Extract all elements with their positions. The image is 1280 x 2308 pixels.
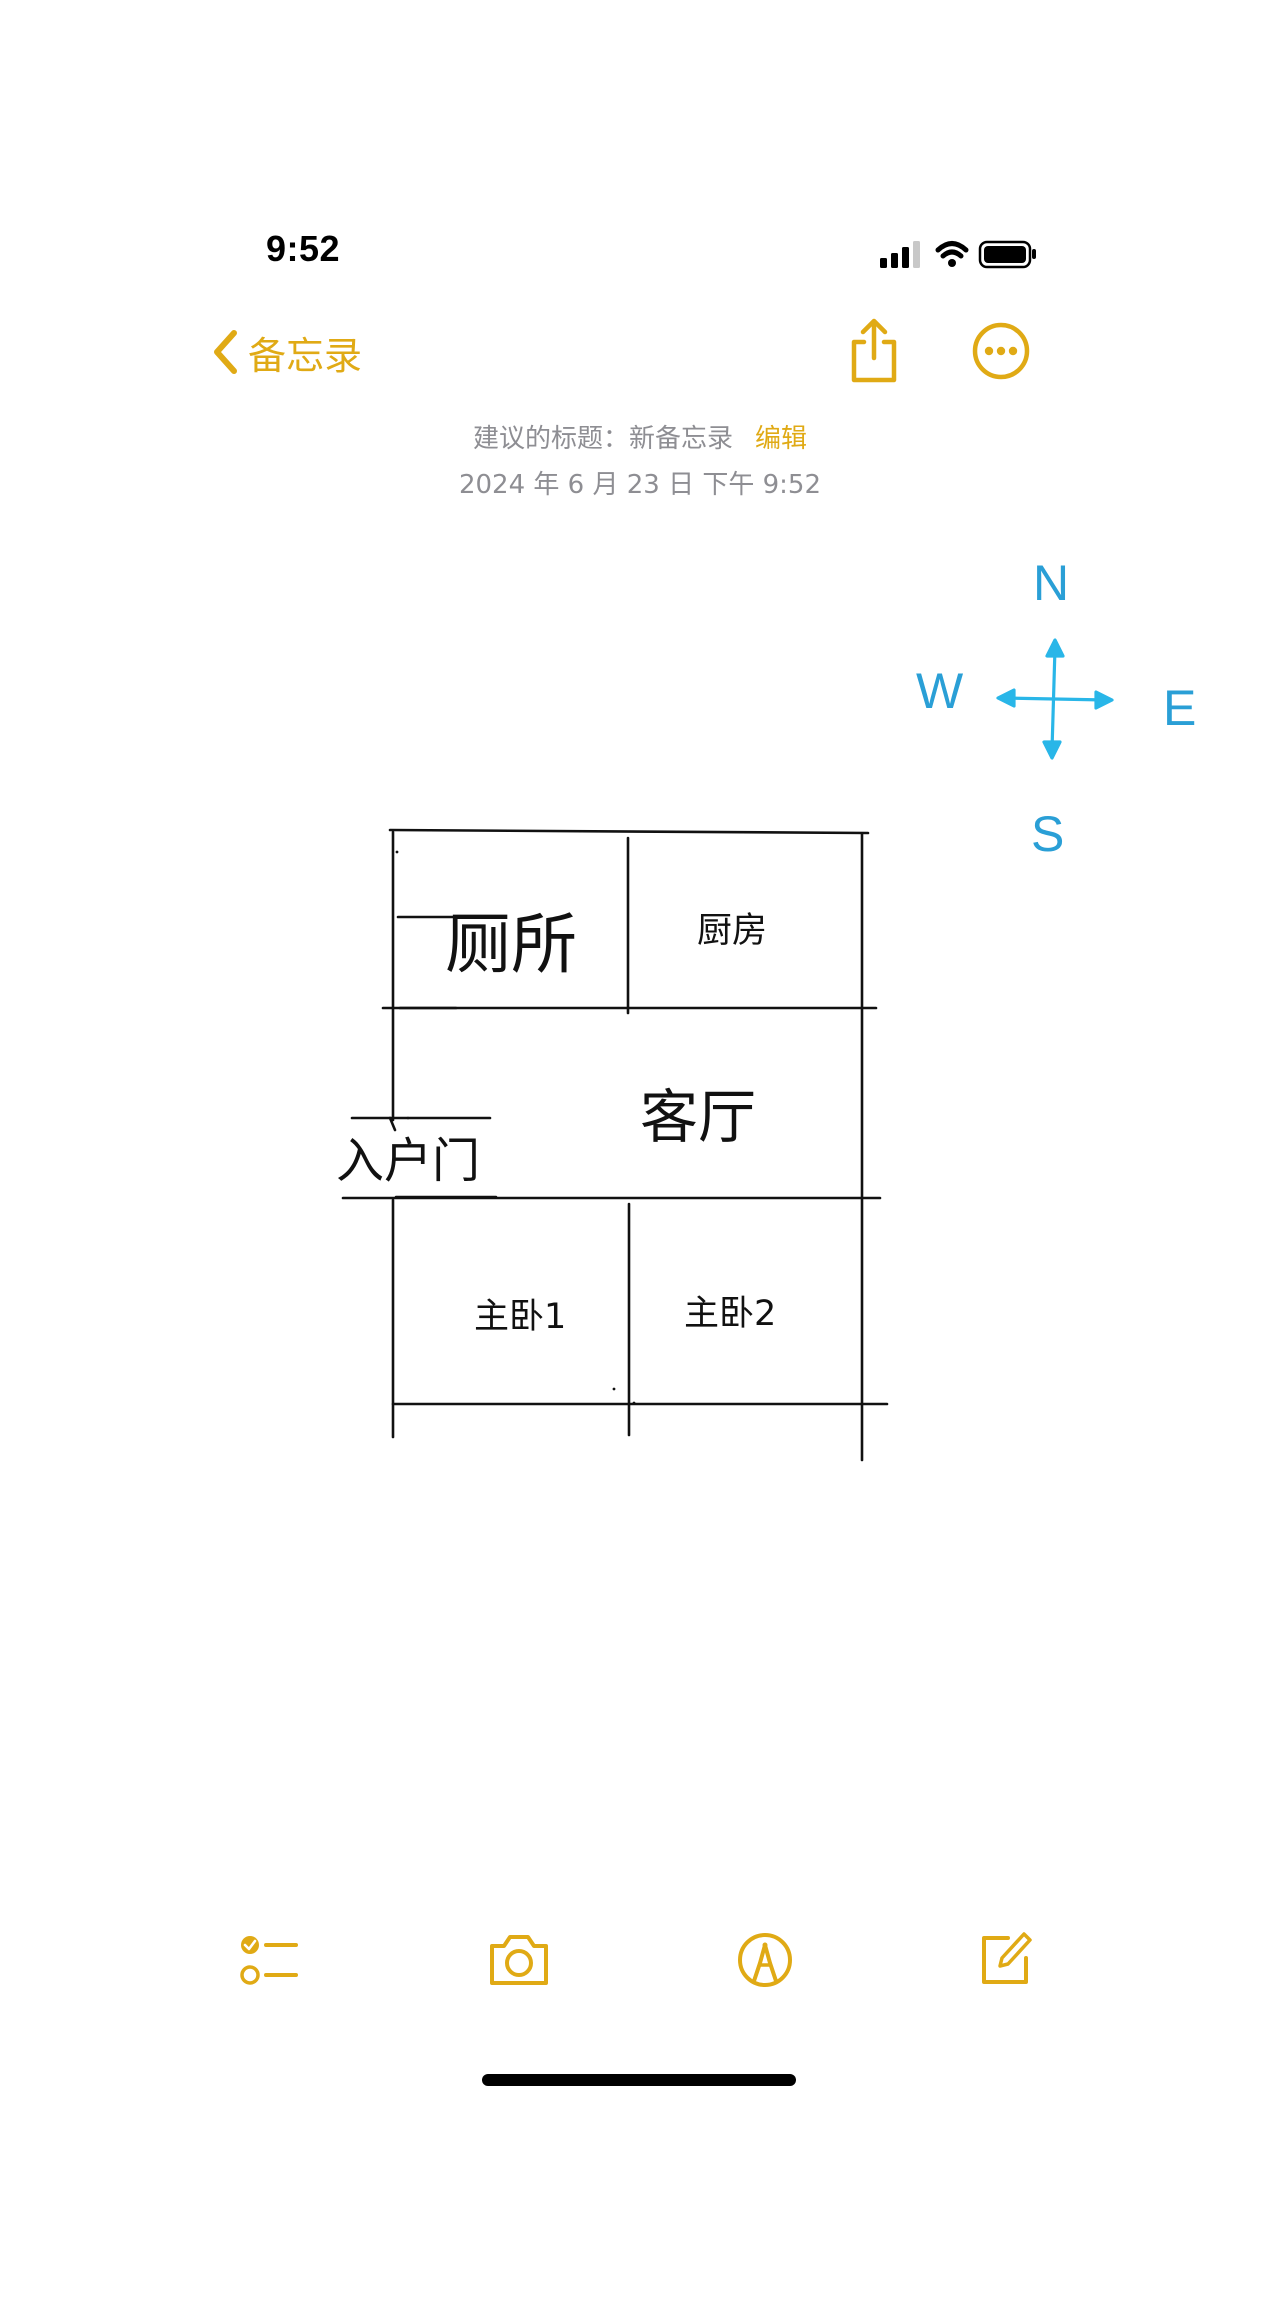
wifi-icon	[935, 241, 969, 267]
camera-button[interactable]	[486, 1932, 552, 1988]
back-button[interactable]: 备忘录	[212, 322, 362, 382]
room-label-toilet: 厕所	[445, 906, 577, 983]
compass-south-label: S	[1031, 806, 1064, 862]
compose-button[interactable]	[978, 1928, 1034, 1988]
share-icon	[851, 318, 897, 383]
share-button[interactable]	[846, 318, 902, 384]
compass-arrows-icon	[996, 638, 1114, 760]
markup-button[interactable]	[736, 1931, 794, 1989]
compass-west-label: W	[916, 663, 964, 719]
note-drawing: 厕所 厨房 客厅 入户门 主卧1 主卧2 N S W E	[336, 555, 1196, 1462]
room-label-master-bedroom-2: 主卧2	[684, 1294, 776, 1334]
battery-icon	[978, 240, 1036, 269]
suggested-title-text: 建议的标题：新备忘录	[472, 424, 733, 454]
compass-east-label: E	[1163, 680, 1196, 736]
checklist-icon	[240, 1936, 298, 1985]
checklist-button[interactable]	[238, 1932, 302, 1988]
ellipsis-circle-icon	[972, 322, 1030, 380]
back-label: 备忘录	[248, 333, 363, 378]
floor-plan-lines	[341, 828, 889, 1462]
chevron-left-icon	[214, 330, 237, 374]
note-date: 2024 年 6 月 23 日 下午 9:52	[458, 470, 822, 500]
compass-north-label: N	[1033, 555, 1069, 611]
room-label-living-room: 客厅	[640, 1083, 756, 1151]
compose-icon	[982, 1932, 1032, 1984]
status-icons	[870, 234, 1040, 274]
pen-markup-icon	[738, 1933, 792, 1987]
room-label-master-bedroom-1: 主卧1	[474, 1297, 566, 1337]
suggested-title: 建议的标题：新备忘录 编辑	[0, 418, 1280, 455]
edit-title-button[interactable]: 编辑	[755, 424, 807, 454]
home-indicator[interactable]	[482, 2074, 796, 2086]
signal-icon	[880, 241, 920, 268]
room-label-entrance: 入户门	[336, 1133, 480, 1189]
more-button[interactable]	[970, 320, 1032, 382]
status-time: 9:52	[266, 228, 341, 269]
room-label-kitchen: 厨房	[697, 911, 767, 951]
camera-icon	[490, 1935, 548, 1985]
